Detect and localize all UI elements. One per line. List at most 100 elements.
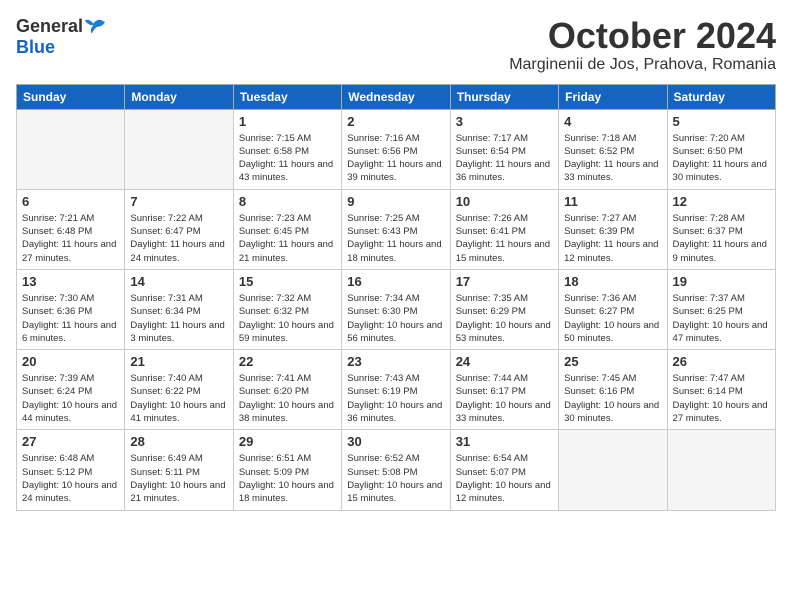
day-number: 20 bbox=[22, 354, 119, 369]
cell-info: Sunrise: 7:17 AM Sunset: 6:54 PM Dayligh… bbox=[456, 132, 553, 185]
day-number: 11 bbox=[564, 194, 661, 209]
cell-info: Sunrise: 7:25 AM Sunset: 6:43 PM Dayligh… bbox=[347, 212, 444, 265]
logo-bird-icon bbox=[85, 17, 105, 37]
cell-info: Sunrise: 6:48 AM Sunset: 5:12 PM Dayligh… bbox=[22, 452, 119, 505]
title-area: October 2024 Marginenii de Jos, Prahova,… bbox=[509, 16, 776, 74]
day-number: 10 bbox=[456, 194, 553, 209]
cell-info: Sunrise: 7:41 AM Sunset: 6:20 PM Dayligh… bbox=[239, 372, 336, 425]
day-number: 22 bbox=[239, 354, 336, 369]
calendar-cell: 8 Sunrise: 7:23 AM Sunset: 6:45 PM Daylig… bbox=[233, 189, 341, 269]
cell-info: Sunrise: 7:21 AM Sunset: 6:48 PM Dayligh… bbox=[22, 212, 119, 265]
day-number: 21 bbox=[130, 354, 227, 369]
calendar-cell: 1 Sunrise: 7:15 AM Sunset: 6:58 PM Daylig… bbox=[233, 109, 341, 189]
calendar-cell: 7 Sunrise: 7:22 AM Sunset: 6:47 PM Daylig… bbox=[125, 189, 233, 269]
calendar-cell bbox=[667, 430, 775, 510]
calendar-cell: 10 Sunrise: 7:26 AM Sunset: 6:41 PM Dayli… bbox=[450, 189, 558, 269]
weekday-header-sunday: Sunday bbox=[17, 84, 125, 109]
day-number: 25 bbox=[564, 354, 661, 369]
calendar-cell: 31Sunrise: 6:54 AM Sunset: 5:07 PM Dayli… bbox=[450, 430, 558, 510]
day-number: 15 bbox=[239, 274, 336, 289]
day-number: 7 bbox=[130, 194, 227, 209]
month-title: October 2024 bbox=[509, 16, 776, 56]
cell-info: Sunrise: 7:28 AM Sunset: 6:37 PM Dayligh… bbox=[673, 212, 770, 265]
calendar-cell: 2Sunrise: 7:16 AM Sunset: 6:56 PM Daylig… bbox=[342, 109, 450, 189]
weekday-header-wednesday: Wednesday bbox=[342, 84, 450, 109]
calendar-cell: 27Sunrise: 6:48 AM Sunset: 5:12 PM Dayli… bbox=[17, 430, 125, 510]
day-number: 14 bbox=[130, 274, 227, 289]
calendar-cell bbox=[559, 430, 667, 510]
calendar-cell: 28Sunrise: 6:49 AM Sunset: 5:11 PM Dayli… bbox=[125, 430, 233, 510]
page-header: General Blue October 2024 Marginenii de … bbox=[16, 16, 776, 74]
cell-info: Sunrise: 7:37 AM Sunset: 6:25 PM Dayligh… bbox=[673, 292, 770, 345]
calendar-cell: 21Sunrise: 7:40 AM Sunset: 6:22 PM Dayli… bbox=[125, 350, 233, 430]
weekday-header-tuesday: Tuesday bbox=[233, 84, 341, 109]
day-number: 19 bbox=[673, 274, 770, 289]
day-number: 6 bbox=[22, 194, 119, 209]
cell-info: Sunrise: 7:30 AM Sunset: 6:36 PM Dayligh… bbox=[22, 292, 119, 345]
calendar-cell: 18 Sunrise: 7:36 AM Sunset: 6:27 PM Dayli… bbox=[559, 269, 667, 349]
calendar-cell: 4Sunrise: 7:18 AM Sunset: 6:52 PM Daylig… bbox=[559, 109, 667, 189]
logo-general-text: General bbox=[16, 16, 83, 37]
cell-info: Sunrise: 6:54 AM Sunset: 5:07 PM Dayligh… bbox=[456, 452, 553, 505]
cell-info: Sunrise: 7:15 AM Sunset: 6:58 PM Dayligh… bbox=[239, 132, 336, 185]
calendar-cell: 13 Sunrise: 7:30 AM Sunset: 6:36 PM Dayli… bbox=[17, 269, 125, 349]
day-number: 29 bbox=[239, 434, 336, 449]
day-number: 23 bbox=[347, 354, 444, 369]
cell-info: Sunrise: 7:34 AM Sunset: 6:30 PM Dayligh… bbox=[347, 292, 444, 345]
cell-info: Sunrise: 7:26 AM Sunset: 6:41 PM Dayligh… bbox=[456, 212, 553, 265]
calendar-cell: 19 Sunrise: 7:37 AM Sunset: 6:25 PM Dayli… bbox=[667, 269, 775, 349]
day-number: 1 bbox=[239, 114, 336, 129]
week-row-4: 20 Sunrise: 7:39 AM Sunset: 6:24 PM Dayli… bbox=[17, 350, 776, 430]
calendar-cell: 26 Sunrise: 7:47 AM Sunset: 6:14 PM Dayli… bbox=[667, 350, 775, 430]
calendar-cell: 3 Sunrise: 7:17 AM Sunset: 6:54 PM Daylig… bbox=[450, 109, 558, 189]
day-number: 3 bbox=[456, 114, 553, 129]
cell-info: Sunrise: 7:39 AM Sunset: 6:24 PM Dayligh… bbox=[22, 372, 119, 425]
calendar-cell: 5 Sunrise: 7:20 AM Sunset: 6:50 PM Daylig… bbox=[667, 109, 775, 189]
calendar-cell bbox=[125, 109, 233, 189]
cell-info: Sunrise: 7:22 AM Sunset: 6:47 PM Dayligh… bbox=[130, 212, 227, 265]
cell-info: Sunrise: 6:51 AM Sunset: 5:09 PM Dayligh… bbox=[239, 452, 336, 505]
calendar-cell: 6 Sunrise: 7:21 AM Sunset: 6:48 PM Daylig… bbox=[17, 189, 125, 269]
week-row-3: 13 Sunrise: 7:30 AM Sunset: 6:36 PM Dayli… bbox=[17, 269, 776, 349]
calendar-cell: 29 Sunrise: 6:51 AM Sunset: 5:09 PM Dayli… bbox=[233, 430, 341, 510]
day-number: 4 bbox=[564, 114, 661, 129]
cell-info: Sunrise: 7:44 AM Sunset: 6:17 PM Dayligh… bbox=[456, 372, 553, 425]
cell-info: Sunrise: 7:43 AM Sunset: 6:19 PM Dayligh… bbox=[347, 372, 444, 425]
day-number: 17 bbox=[456, 274, 553, 289]
calendar-cell: 22 Sunrise: 7:41 AM Sunset: 6:20 PM Dayli… bbox=[233, 350, 341, 430]
cell-info: Sunrise: 7:16 AM Sunset: 6:56 PM Dayligh… bbox=[347, 132, 444, 185]
calendar-cell: 16 Sunrise: 7:34 AM Sunset: 6:30 PM Dayli… bbox=[342, 269, 450, 349]
calendar-cell bbox=[17, 109, 125, 189]
cell-info: Sunrise: 7:45 AM Sunset: 6:16 PM Dayligh… bbox=[564, 372, 661, 425]
day-number: 13 bbox=[22, 274, 119, 289]
weekday-header-saturday: Saturday bbox=[667, 84, 775, 109]
calendar-cell: 17Sunrise: 7:35 AM Sunset: 6:29 PM Dayli… bbox=[450, 269, 558, 349]
weekday-header-monday: Monday bbox=[125, 84, 233, 109]
day-number: 8 bbox=[239, 194, 336, 209]
cell-info: Sunrise: 7:47 AM Sunset: 6:14 PM Dayligh… bbox=[673, 372, 770, 425]
calendar-cell: 25 Sunrise: 7:45 AM Sunset: 6:16 PM Dayli… bbox=[559, 350, 667, 430]
location-title: Marginenii de Jos, Prahova, Romania bbox=[509, 56, 776, 74]
weekday-header-thursday: Thursday bbox=[450, 84, 558, 109]
day-number: 9 bbox=[347, 194, 444, 209]
cell-info: Sunrise: 7:20 AM Sunset: 6:50 PM Dayligh… bbox=[673, 132, 770, 185]
cell-info: Sunrise: 7:32 AM Sunset: 6:32 PM Dayligh… bbox=[239, 292, 336, 345]
day-number: 28 bbox=[130, 434, 227, 449]
calendar-cell: 15 Sunrise: 7:32 AM Sunset: 6:32 PM Dayli… bbox=[233, 269, 341, 349]
week-row-1: 1 Sunrise: 7:15 AM Sunset: 6:58 PM Daylig… bbox=[17, 109, 776, 189]
cell-info: Sunrise: 7:23 AM Sunset: 6:45 PM Dayligh… bbox=[239, 212, 336, 265]
day-number: 18 bbox=[564, 274, 661, 289]
day-number: 12 bbox=[673, 194, 770, 209]
calendar-cell: 20 Sunrise: 7:39 AM Sunset: 6:24 PM Dayli… bbox=[17, 350, 125, 430]
cell-info: Sunrise: 6:52 AM Sunset: 5:08 PM Dayligh… bbox=[347, 452, 444, 505]
week-row-2: 6 Sunrise: 7:21 AM Sunset: 6:48 PM Daylig… bbox=[17, 189, 776, 269]
day-number: 5 bbox=[673, 114, 770, 129]
day-number: 26 bbox=[673, 354, 770, 369]
weekday-header-friday: Friday bbox=[559, 84, 667, 109]
cell-info: Sunrise: 7:36 AM Sunset: 6:27 PM Dayligh… bbox=[564, 292, 661, 345]
calendar-cell: 30 Sunrise: 6:52 AM Sunset: 5:08 PM Dayli… bbox=[342, 430, 450, 510]
day-number: 30 bbox=[347, 434, 444, 449]
calendar-cell: 9 Sunrise: 7:25 AM Sunset: 6:43 PM Daylig… bbox=[342, 189, 450, 269]
day-number: 16 bbox=[347, 274, 444, 289]
logo-blue-text: Blue bbox=[16, 37, 55, 58]
